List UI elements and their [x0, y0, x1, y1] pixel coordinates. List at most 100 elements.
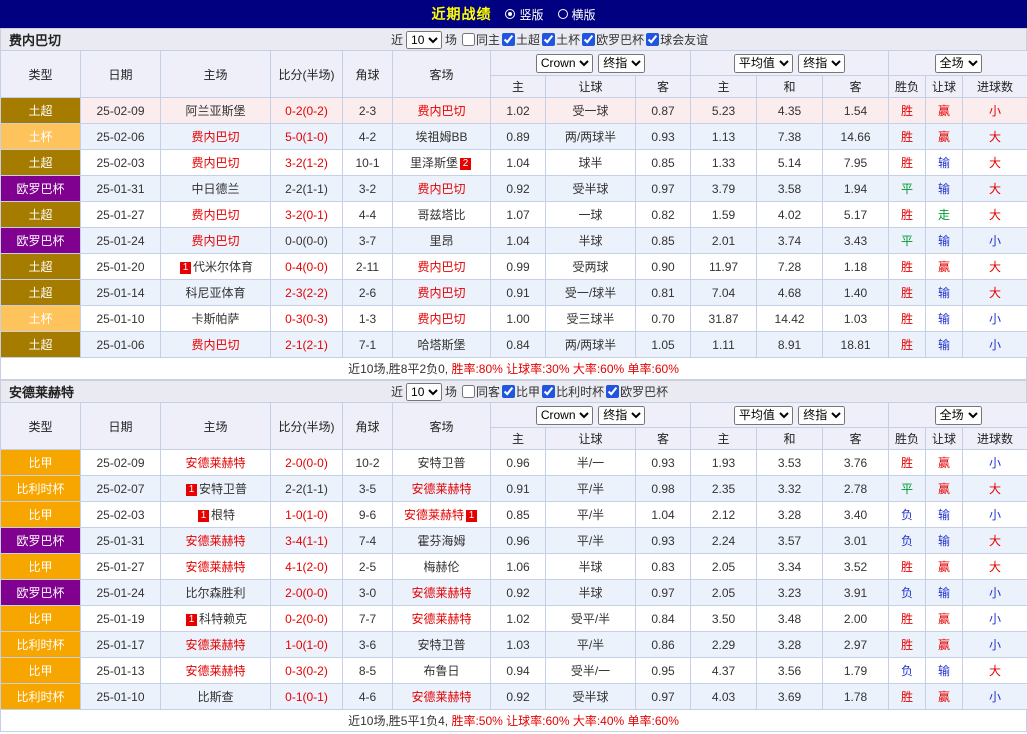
avg-odds-home: 2.24 [691, 528, 757, 554]
team-link[interactable]: 哥兹塔比 [417, 208, 465, 222]
filter-checkbox-比利时杯[interactable]: 比利时杯 [542, 383, 604, 400]
checkbox-欧罗巴杯[interactable] [606, 385, 619, 398]
corner-count: 7-1 [343, 332, 393, 358]
team-link[interactable]: 费内巴切 [191, 156, 239, 170]
section-team-name: 安德莱赫特 [1, 382, 74, 401]
filter-checkbox-同主[interactable]: 同主 [462, 31, 500, 48]
team-link[interactable]: 哈塔斯堡 [417, 338, 465, 352]
subcol-avg-away: 客 [823, 76, 889, 98]
team-link[interactable]: 比尔森胜利 [185, 586, 245, 600]
team-link[interactable]: 安特卫普 [417, 456, 465, 470]
team-link[interactable]: 代米尔体育 [193, 260, 253, 274]
team-link[interactable]: 费内巴切 [191, 338, 239, 352]
odds-away: 0.86 [636, 632, 691, 658]
checkbox-同主[interactable] [462, 33, 475, 46]
filter-checkbox-土杯[interactable]: 土杯 [542, 31, 580, 48]
team-link[interactable]: 阿兰亚斯堡 [185, 104, 245, 118]
recent-count-select[interactable]: 10 [406, 31, 442, 49]
team-link[interactable]: 霍芬海姆 [417, 534, 465, 548]
match-row: 欧罗巴杯25-01-24费内巴切0-0(0-0)3-7里昂1.04半球0.852… [1, 228, 1027, 254]
corner-count: 10-2 [343, 450, 393, 476]
team-link[interactable]: 卡斯帕萨 [191, 312, 239, 326]
odds-home: 0.96 [491, 450, 546, 476]
team-link[interactable]: 费内巴切 [417, 104, 465, 118]
corner-count: 7-7 [343, 606, 393, 632]
team-link[interactable]: 费内巴切 [417, 312, 465, 326]
checkbox-label: 同客 [476, 383, 500, 400]
team-link[interactable]: 里昂 [429, 234, 453, 248]
average-stage-select[interactable]: 终指 [798, 54, 845, 73]
team-link[interactable]: 比斯查 [197, 690, 233, 704]
team-link[interactable]: 费内巴切 [417, 286, 465, 300]
league-type: 欧罗巴杯 [1, 228, 81, 254]
layout-radio-horizontal[interactable]: 横版 [558, 6, 596, 23]
team-link[interactable]: 费内巴切 [191, 208, 239, 222]
filter-bar: 近 10 场 同客比甲比利时杯欧罗巴杯 [391, 383, 668, 401]
handicap-line: 平/半 [546, 476, 636, 502]
filter-checkbox-欧罗巴杯[interactable]: 欧罗巴杯 [606, 383, 668, 400]
checkbox-比甲[interactable] [502, 385, 515, 398]
team-link[interactable]: 安德莱赫特 [411, 586, 471, 600]
filter-checkbox-土超[interactable]: 土超 [502, 31, 540, 48]
team-link[interactable]: 梅赫伦 [423, 560, 459, 574]
team-link[interactable]: 安德莱赫特 [404, 508, 464, 522]
result-handicap: 赢 [926, 554, 963, 580]
section-header-bar: 费内巴切 近 10 场 同主土超土杯欧罗巴杯球会友谊 [0, 28, 1027, 50]
filter-checkbox-同客[interactable]: 同客 [462, 383, 500, 400]
team-link[interactable]: 安特卫普 [199, 482, 247, 496]
filter-checkbox-欧罗巴杯[interactable]: 欧罗巴杯 [582, 31, 644, 48]
team-link[interactable]: 安德莱赫特 [185, 638, 245, 652]
team-link[interactable]: 布鲁日 [423, 664, 459, 678]
team-link[interactable]: 费内巴切 [191, 234, 239, 248]
checkbox-球会友谊[interactable] [646, 33, 659, 46]
score-halftime: 4-1(2-0) [271, 554, 343, 580]
average-select[interactable]: 平均值 [734, 54, 793, 73]
average-stage-select[interactable]: 终指 [798, 406, 845, 425]
league-filter-checkboxes: 同主土超土杯欧罗巴杯球会友谊 [460, 31, 708, 48]
team-link[interactable]: 安德莱赫特 [185, 664, 245, 678]
odds-stage-select[interactable]: 终指 [598, 54, 645, 73]
recent-count-select[interactable]: 10 [406, 383, 442, 401]
team-link[interactable]: 安德莱赫特 [411, 612, 471, 626]
home-team: 费内巴切 [161, 228, 271, 254]
team-link[interactable]: 费内巴切 [191, 130, 239, 144]
team-link[interactable]: 中日德兰 [191, 182, 239, 196]
layout-radio-vertical[interactable]: 竖版 [505, 6, 543, 23]
team-link[interactable]: 安德莱赫特 [185, 456, 245, 470]
team-link[interactable]: 埃祖姆BB [415, 130, 467, 144]
corner-count: 1-3 [343, 306, 393, 332]
odds-home: 0.96 [491, 528, 546, 554]
scope-select[interactable]: 全场 [935, 406, 982, 425]
checkbox-土超[interactable] [502, 33, 515, 46]
bookmaker-select[interactable]: Crown [536, 406, 593, 425]
team-link[interactable]: 安德莱赫特 [185, 534, 245, 548]
avg-odds-home: 1.11 [691, 332, 757, 358]
team-link[interactable]: 科特赖克 [199, 612, 247, 626]
home-team: 1科特赖克 [161, 606, 271, 632]
team-link[interactable]: 安德莱赫特 [411, 690, 471, 704]
team-link[interactable]: 费内巴切 [417, 182, 465, 196]
checkbox-同客[interactable] [462, 385, 475, 398]
team-link[interactable]: 根特 [211, 508, 235, 522]
avg-odds-away: 3.43 [823, 228, 889, 254]
filter-checkbox-球会友谊[interactable]: 球会友谊 [646, 31, 708, 48]
team-link[interactable]: 安特卫普 [417, 638, 465, 652]
home-team: 阿兰亚斯堡 [161, 98, 271, 124]
team-link[interactable]: 科尼亚体育 [185, 286, 245, 300]
checkbox-欧罗巴杯[interactable] [582, 33, 595, 46]
team-link[interactable]: 里泽斯堡 [410, 156, 458, 170]
filter-near-label: 近 [391, 31, 403, 48]
team-link[interactable]: 安德莱赫特 [411, 482, 471, 496]
red-card-badge: 2 [460, 158, 471, 170]
average-select[interactable]: 平均值 [734, 406, 793, 425]
filter-checkbox-比甲[interactable]: 比甲 [502, 383, 540, 400]
checkbox-土杯[interactable] [542, 33, 555, 46]
result-outcome: 负 [889, 658, 926, 684]
bookmaker-select[interactable]: Crown [536, 54, 593, 73]
handicap-line: 受半/一 [546, 658, 636, 684]
scope-select[interactable]: 全场 [935, 54, 982, 73]
checkbox-比利时杯[interactable] [542, 385, 555, 398]
odds-stage-select[interactable]: 终指 [598, 406, 645, 425]
team-link[interactable]: 安德莱赫特 [185, 560, 245, 574]
team-link[interactable]: 费内巴切 [417, 260, 465, 274]
